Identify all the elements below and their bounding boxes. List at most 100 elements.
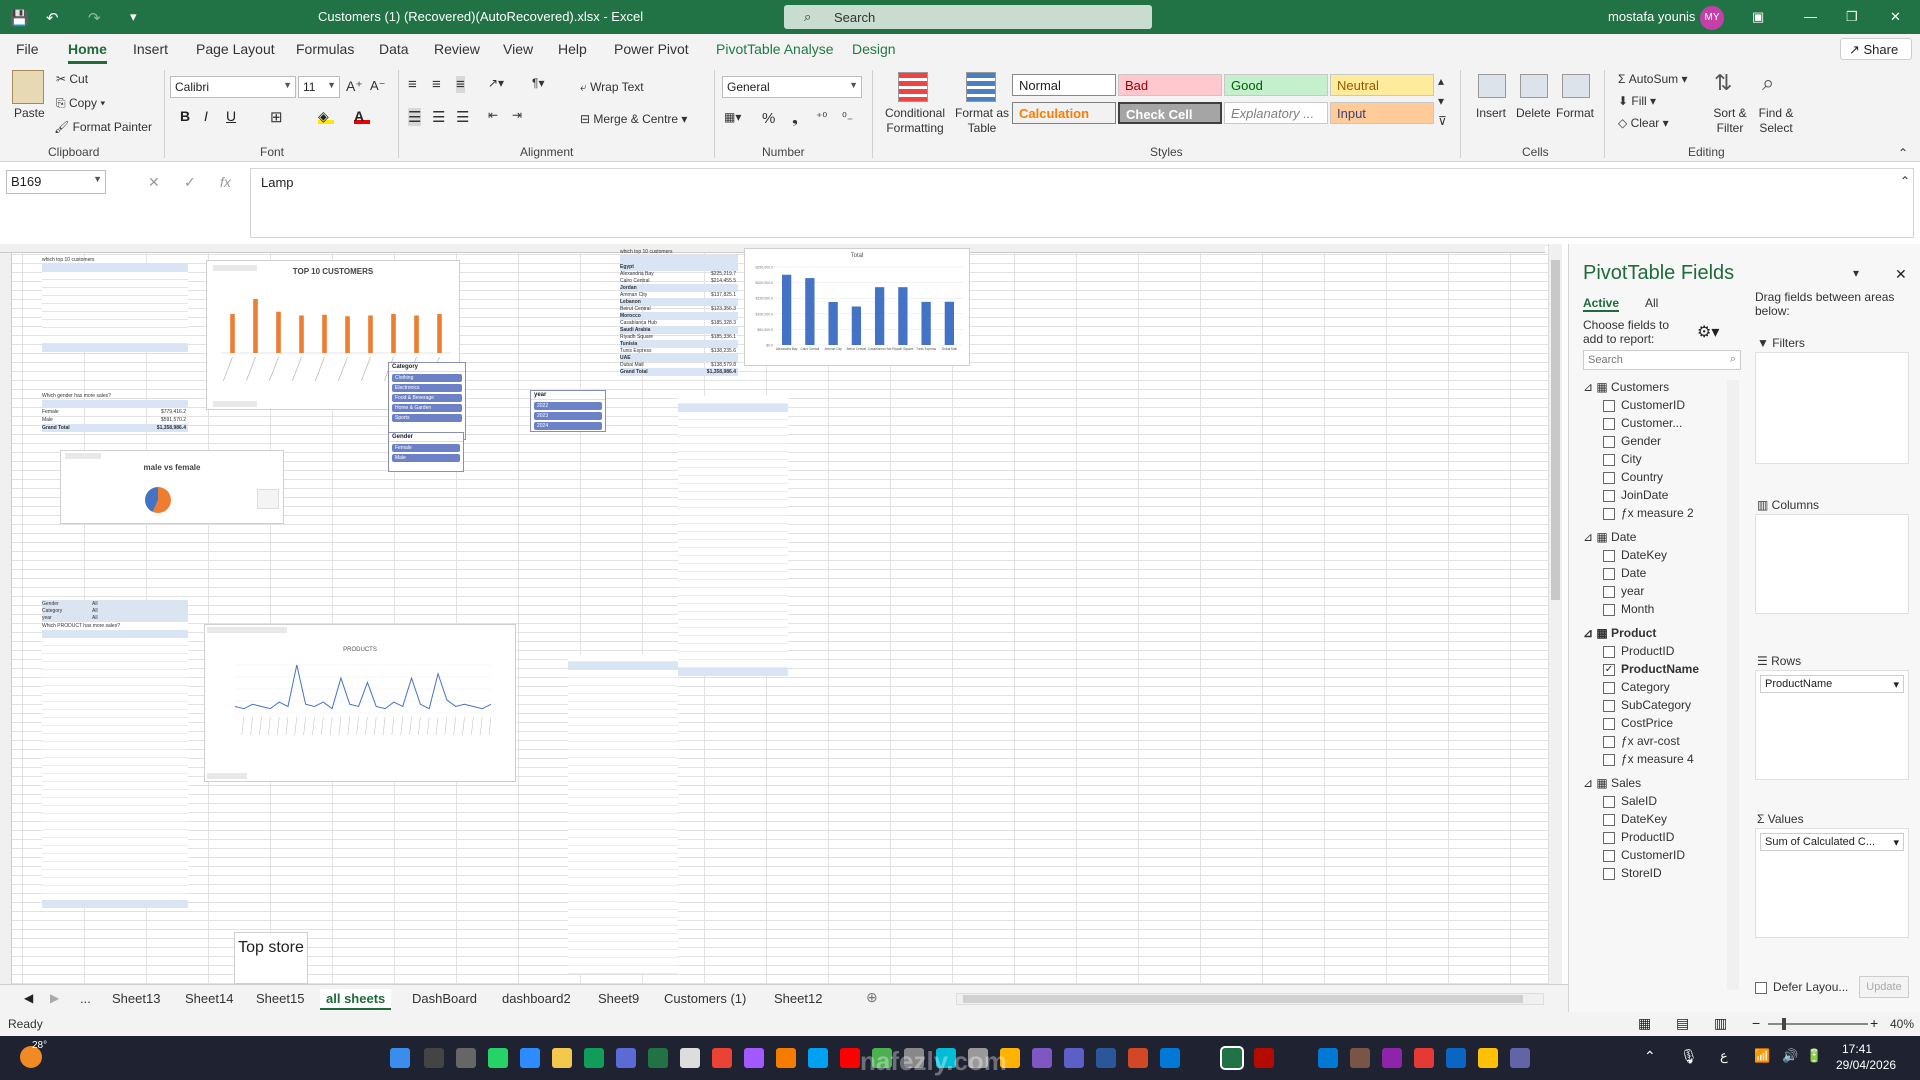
tab-all-sheets[interactable]: all sheets	[320, 989, 392, 1010]
acrobat-icon[interactable]	[1254, 1048, 1274, 1068]
field-checkbox[interactable]	[1603, 400, 1615, 412]
field-item[interactable]: StoreID	[1621, 866, 1662, 880]
style-check-cell[interactable]: Check Cell	[1118, 102, 1222, 124]
paste-button[interactable]: Paste	[14, 106, 45, 120]
field-item[interactable]: SubCategory	[1621, 698, 1691, 712]
chart-male-vs-female[interactable]: male vs female	[60, 450, 284, 524]
tab-design[interactable]: Design	[852, 41, 896, 57]
field-item[interactable]: SaleID	[1621, 794, 1657, 808]
slicer-item[interactable]: 2023	[534, 412, 602, 420]
style-explanatory[interactable]: Explanatory ...	[1224, 102, 1328, 124]
avatar[interactable]: MY	[1700, 6, 1724, 30]
chrome-icon[interactable]	[712, 1048, 732, 1068]
slicer-item[interactable]: Electronics	[392, 384, 462, 392]
chart-field-button[interactable]	[213, 401, 257, 407]
pane-options-icon[interactable]: ▾	[1853, 266, 1859, 280]
qat-menu-icon[interactable]: ▾	[130, 9, 137, 25]
app-icon[interactable]	[1032, 1048, 1052, 1068]
field-list[interactable]: ⊿ ▦ Customers CustomerID Customer... Gender…	[1583, 380, 1723, 990]
tab-dashboard[interactable]: DashBoard	[412, 991, 477, 1006]
decrease-decimal-icon[interactable]: ⁰₋	[842, 110, 853, 124]
slicer-item[interactable]: Home & Garden	[392, 404, 462, 412]
sort-filter-button[interactable]: Sort & Filter	[1710, 106, 1750, 136]
increase-font-icon[interactable]: A⁺	[346, 78, 363, 95]
field-checkbox[interactable]	[1603, 604, 1615, 616]
field-checkbox[interactable]	[1603, 832, 1615, 844]
explorer-icon[interactable]	[552, 1048, 572, 1068]
field-item[interactable]: CustomerID	[1621, 398, 1685, 412]
style-normal[interactable]: Normal	[1012, 74, 1116, 96]
chart-total[interactable]: Total $0.0 $50,000.0 $100,000.0 $150,000.0 $…	[744, 248, 970, 366]
chart-filter-buttons[interactable]	[207, 627, 287, 633]
app-icon[interactable]	[1510, 1048, 1530, 1068]
slicer-gender[interactable]: Gender Female Male	[388, 432, 464, 472]
rtl-icon[interactable]: ¶▾	[532, 76, 544, 90]
start-icon[interactable]	[390, 1048, 410, 1068]
page-break-view-icon[interactable]: ▥	[1714, 1015, 1727, 1032]
app-icon[interactable]	[616, 1048, 636, 1068]
normal-view-icon[interactable]: ▦	[1638, 1015, 1651, 1032]
format-cells-button[interactable]: Format	[1556, 106, 1594, 120]
style-good[interactable]: Good	[1224, 74, 1328, 96]
add-sheet-icon[interactable]: ⊕	[866, 989, 878, 1006]
align-bottom-icon[interactable]: ≡	[456, 76, 465, 93]
slicer-year[interactable]: year 2022 2023 2024	[530, 390, 606, 432]
field-list-scrollbar[interactable]	[1727, 380, 1739, 990]
field-item[interactable]: DateKey	[1621, 812, 1667, 826]
conditional-formatting-button[interactable]: Conditional Formatting	[884, 106, 946, 136]
field-checkbox[interactable]	[1603, 682, 1615, 694]
align-top-icon[interactable]: ≡	[408, 76, 417, 93]
tab-data[interactable]: Data	[379, 41, 409, 57]
align-left-icon[interactable]: ☰	[408, 108, 422, 126]
top-store-card[interactable]: Top store	[234, 932, 308, 984]
tab-insert[interactable]: Insert	[133, 41, 168, 57]
undo-icon[interactable]: ↶	[46, 9, 59, 27]
increase-decimal-icon[interactable]: ⁺⁰	[816, 110, 827, 124]
scrollbar-thumb[interactable]	[1551, 260, 1560, 600]
tab-power-pivot[interactable]: Power Pivot	[614, 41, 689, 57]
field-item[interactable]: ProductID	[1621, 830, 1674, 844]
field-item[interactable]: City	[1621, 452, 1642, 466]
horizontal-scrollbar[interactable]	[956, 993, 1544, 1005]
style-input[interactable]: Input	[1330, 102, 1434, 124]
font-name-select[interactable]: Calibri ▼	[170, 76, 296, 98]
field-item[interactable]: Category	[1621, 680, 1670, 694]
insert-function-button[interactable]: fx	[220, 174, 231, 190]
italic-button[interactable]: I	[204, 108, 208, 124]
app-icon[interactable]	[744, 1048, 764, 1068]
prev-sheet-icon[interactable]: ◀	[24, 991, 33, 1005]
pivot-cities[interactable]: which top 10 customers Egypt Alexandria …	[620, 248, 738, 380]
app-icon[interactable]	[1382, 1048, 1402, 1068]
tab-page-layout[interactable]: Page Layout	[196, 41, 275, 57]
name-box[interactable]: B169 ▼	[6, 170, 106, 194]
field-item[interactable]: CostPrice	[1621, 716, 1673, 730]
zoom-slider[interactable]	[1768, 1018, 1868, 1030]
field-checkbox[interactable]	[1603, 868, 1615, 880]
field-checkbox[interactable]	[1603, 550, 1615, 562]
next-sheet-icon[interactable]: ▶	[50, 991, 59, 1005]
tab-help[interactable]: Help	[558, 41, 587, 57]
notepad-icon[interactable]	[680, 1048, 700, 1068]
format-as-table-button[interactable]: Format as Table	[954, 106, 1010, 136]
redo-icon[interactable]: ↷	[88, 9, 101, 27]
chart-products[interactable]: PRODUCTS	[204, 624, 516, 782]
field-item[interactable]: DateKey	[1621, 548, 1667, 562]
decrease-font-icon[interactable]: A⁻	[370, 78, 386, 94]
field-checkbox[interactable]	[1603, 796, 1615, 808]
app-icon[interactable]	[1414, 1048, 1434, 1068]
close-icon[interactable]: ✕	[1890, 9, 1901, 25]
rows-area[interactable]: ProductName ▾	[1755, 670, 1909, 780]
language-icon[interactable]: ع	[1720, 1048, 1728, 1064]
field-checkbox[interactable]	[1603, 850, 1615, 862]
bold-button[interactable]: B	[180, 108, 190, 124]
styles-scroll-up-icon[interactable]: ▴	[1438, 74, 1444, 88]
field-item[interactable]: JoinDate	[1621, 488, 1668, 502]
pivot-products-bottom[interactable]	[568, 654, 678, 974]
microphone-icon[interactable]: 🎙	[1680, 1048, 1698, 1065]
increase-indent-icon[interactable]: ⇥	[512, 108, 522, 122]
field-checkbox[interactable]	[1603, 508, 1615, 520]
field-item[interactable]: Date	[1621, 566, 1646, 580]
field-checkbox[interactable]	[1603, 454, 1615, 466]
app-icon[interactable]	[808, 1048, 828, 1068]
tab-sheet14[interactable]: Sheet14	[185, 991, 233, 1006]
